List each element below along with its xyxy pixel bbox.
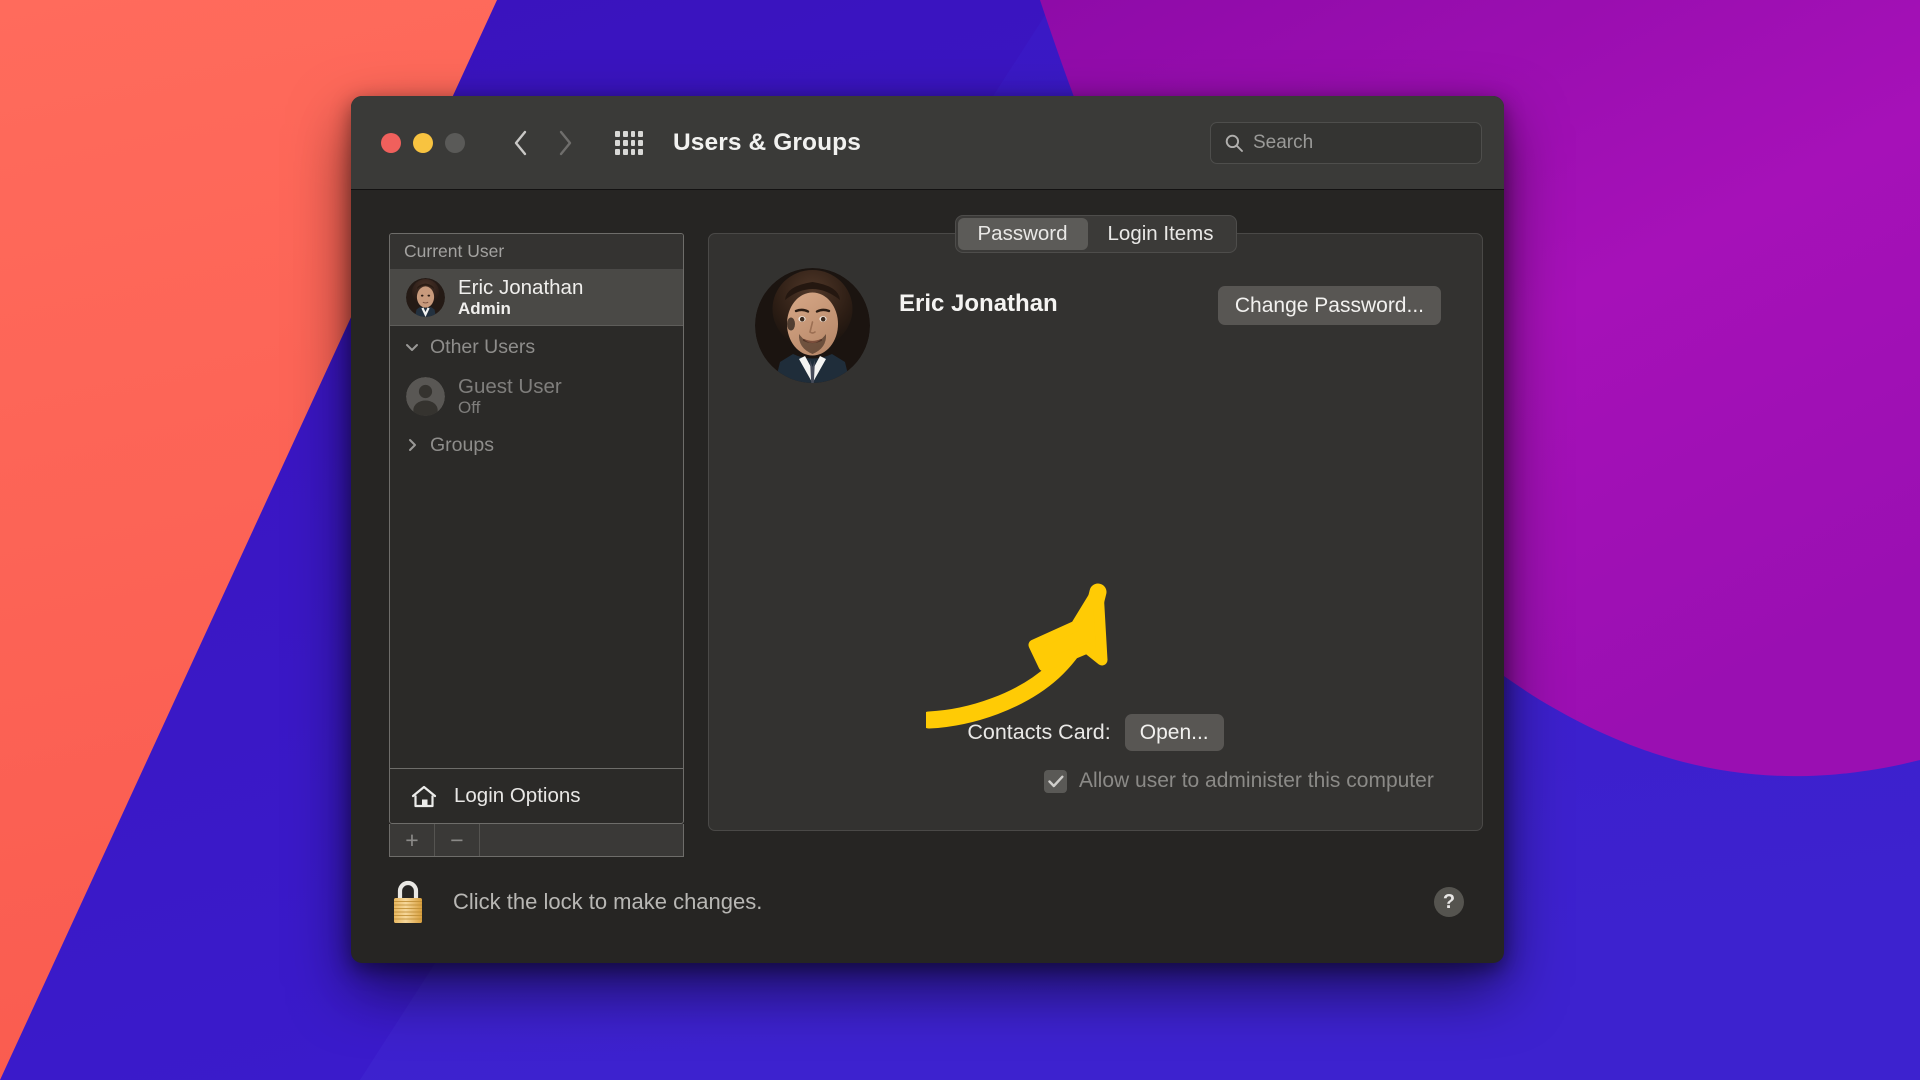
chevron-right-icon[interactable] bbox=[404, 438, 420, 452]
profile-user-name: Eric Jonathan bbox=[899, 290, 1058, 317]
desktop-background: Users & Groups Search Current User Eric … bbox=[0, 0, 1920, 1080]
sidebar-item-guest-user[interactable]: Guest User Off bbox=[390, 368, 683, 424]
sidebar-section-groups[interactable]: Groups bbox=[390, 424, 683, 466]
traffic-lights bbox=[381, 132, 465, 153]
sidebar-guest-status: Off bbox=[458, 397, 481, 417]
chevron-right-icon bbox=[559, 130, 572, 155]
generic-person-avatar bbox=[406, 376, 445, 416]
sidebar-section-label-groups: Groups bbox=[430, 433, 494, 456]
sidebar-item-login-options[interactable]: Login Options bbox=[390, 768, 683, 823]
contacts-open-button[interactable]: Open... bbox=[1124, 714, 1224, 751]
admin-checkbox-label: Allow user to administer this computer bbox=[1079, 769, 1434, 792]
close-button[interactable] bbox=[381, 132, 401, 153]
content-inner: Eric Jonathan Change Password... Contact… bbox=[709, 234, 1482, 830]
grid-show-all-icon[interactable] bbox=[615, 130, 643, 155]
search-placeholder: Search bbox=[1253, 131, 1314, 153]
sidebar-user-role: Admin bbox=[458, 299, 511, 319]
system-preferences-window: Users & Groups Search Current User Eric … bbox=[351, 96, 1504, 963]
checkmark-icon bbox=[1047, 775, 1064, 787]
contacts-card-label: Contacts Card: bbox=[967, 720, 1111, 744]
lock-area[interactable]: Click the lock to make changes. bbox=[389, 879, 762, 925]
sidebar-empty-space bbox=[390, 466, 683, 768]
window-footer: Click the lock to make changes. ? bbox=[351, 841, 1504, 963]
contacts-card-row: Contacts Card: Open... bbox=[709, 714, 1482, 751]
user-photo-avatar bbox=[406, 278, 445, 317]
minimize-button[interactable] bbox=[413, 132, 433, 153]
users-sidebar: Current User Eric Jonathan Admin Other U… bbox=[389, 233, 684, 824]
login-options-label: Login Options bbox=[454, 784, 581, 807]
lock-message: Click the lock to make changes. bbox=[453, 889, 763, 914]
back-button[interactable] bbox=[509, 127, 533, 159]
search-input[interactable]: Search bbox=[1210, 121, 1482, 164]
sidebar-section-other-users[interactable]: Other Users bbox=[390, 326, 683, 368]
window-body: Current User Eric Jonathan Admin Other U… bbox=[351, 190, 1504, 963]
page-title: Users & Groups bbox=[673, 128, 861, 156]
chevron-down-icon[interactable] bbox=[404, 342, 420, 352]
sidebar-user-name: Eric Jonathan bbox=[458, 276, 584, 300]
home-house-icon bbox=[411, 785, 437, 807]
zoom-button[interactable] bbox=[445, 132, 465, 153]
user-photo-avatar[interactable] bbox=[755, 268, 870, 383]
forward-button[interactable] bbox=[553, 127, 577, 159]
sidebar-item-eric-jonathan[interactable]: Eric Jonathan Admin bbox=[390, 270, 683, 326]
password-content-panel: Password Login Items Eric Jonathan Chang… bbox=[708, 215, 1483, 831]
sidebar-guest-name: Guest User bbox=[458, 374, 562, 398]
search-icon bbox=[1225, 134, 1243, 152]
chevron-left-icon bbox=[514, 130, 527, 155]
navigation-arrows bbox=[509, 127, 577, 159]
change-password-button[interactable]: Change Password... bbox=[1217, 286, 1441, 325]
sidebar-header-current-user: Current User bbox=[390, 234, 683, 270]
help-button[interactable]: ? bbox=[1434, 887, 1464, 917]
window-toolbar: Users & Groups Search bbox=[351, 96, 1504, 190]
admin-checkbox[interactable] bbox=[1044, 769, 1067, 793]
admin-checkbox-row[interactable]: Allow user to administer this computer bbox=[1044, 769, 1434, 793]
closed-padlock-icon[interactable] bbox=[389, 879, 427, 925]
sidebar-section-label: Other Users bbox=[430, 335, 536, 358]
profile-row: Eric Jonathan Change Password... bbox=[755, 268, 1482, 383]
